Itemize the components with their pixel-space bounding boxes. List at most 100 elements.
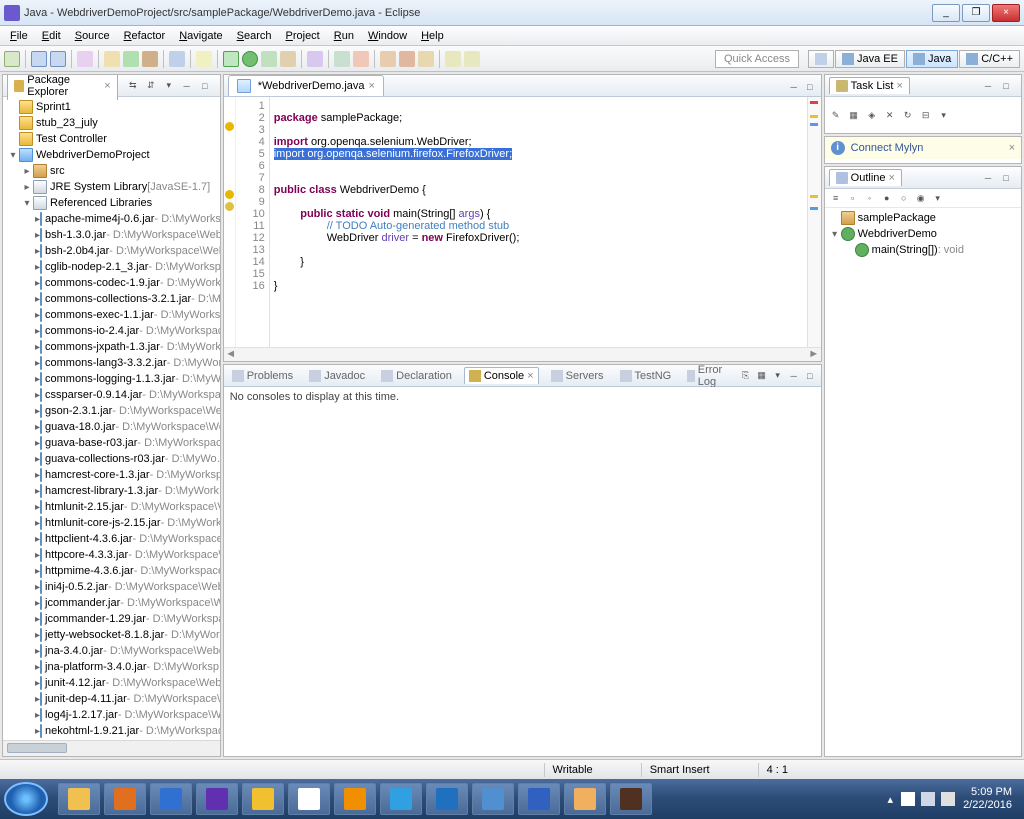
focus-icon[interactable]: ✕ — [883, 108, 897, 122]
tree-item[interactable]: ▸commons-io-2.4.jar - D:\MyWorkspace\… — [3, 323, 220, 339]
back-icon[interactable] — [445, 51, 461, 67]
code-editor[interactable]: package samplePackage; import org.openqa… — [270, 97, 807, 347]
start-button[interactable] — [4, 782, 48, 816]
tree-item[interactable]: ▸jetty-websocket-8.1.8.jar - D:\MyWork… — [3, 627, 220, 643]
git-icon[interactable] — [399, 51, 415, 67]
open-type-icon[interactable] — [169, 51, 185, 67]
categorize-icon[interactable]: ▦ — [847, 108, 861, 122]
taskbar-app-4[interactable] — [242, 783, 284, 815]
outline-item[interactable]: ▾WebdriverDemo — [825, 226, 1021, 242]
tree-item[interactable]: ▸guava-collections-r03.jar - D:\MyWo… — [3, 451, 220, 467]
tree-item[interactable]: ▸httpmime-4.3.6.jar - D:\MyWorkspace… — [3, 563, 220, 579]
new-task-icon[interactable]: ✎ — [829, 108, 843, 122]
perspective-java-ee[interactable]: Java EE — [835, 50, 905, 68]
console-tab-javadoc[interactable]: Javadoc — [305, 368, 369, 384]
tree-item[interactable]: ▸hamcrest-core-1.3.jar - D:\MyWorksp… — [3, 467, 220, 483]
taskbar-app-2[interactable] — [150, 783, 192, 815]
tree-item[interactable]: ▸nekohtml-1.9.21.jar - D:\MyWorkspace… — [3, 723, 220, 739]
minimize-view-icon[interactable]: ─ — [981, 79, 995, 93]
tray-arrow-icon[interactable]: ▴ — [888, 793, 894, 806]
new-class-icon[interactable] — [123, 51, 139, 67]
maximize-button[interactable]: ❐ — [962, 4, 990, 22]
taskbar-app-10[interactable] — [518, 783, 560, 815]
taskbar-app-5[interactable] — [288, 783, 330, 815]
save-icon[interactable] — [31, 51, 47, 67]
minimize-editor-icon[interactable]: ─ — [787, 80, 801, 94]
maven-icon[interactable] — [380, 51, 396, 67]
tree-item[interactable]: ▸JRE System Library[JavaSE-1.7] — [3, 179, 220, 195]
tree-item[interactable]: ▸cglib-nodep-2.1_3.jar - D:\MyWorkspace… — [3, 259, 220, 275]
close-icon[interactable]: × — [1009, 142, 1015, 154]
overview-ruler[interactable] — [807, 97, 821, 347]
tree-item[interactable]: ▸guava-base-r03.jar - D:\MyWorkspace… — [3, 435, 220, 451]
tree-item[interactable]: ▸htmlunit-2.15.jar - D:\MyWorkspace\V… — [3, 499, 220, 515]
tree-item[interactable]: ▸log4j-1.2.17.jar - D:\MyWorkspace\We… — [3, 707, 220, 723]
minimize-view-icon[interactable]: ─ — [180, 79, 194, 93]
maximize-console-icon[interactable]: □ — [803, 369, 817, 383]
mylyn-connect-panel[interactable]: i Connect Mylyn × — [824, 136, 1022, 164]
quickfix-marker-icon[interactable] — [225, 202, 234, 211]
taskbar-app-8[interactable] — [426, 783, 468, 815]
new-icon[interactable] — [4, 51, 20, 67]
update-icon[interactable] — [418, 51, 434, 67]
run-last-icon[interactable] — [261, 51, 277, 67]
menu-run[interactable]: Run — [328, 28, 360, 44]
open-console-icon[interactable]: ▾ — [771, 369, 785, 383]
taskbar-app-12[interactable] — [610, 783, 652, 815]
focus-task-icon[interactable]: ◉ — [914, 191, 928, 205]
tree-item[interactable]: ▸hamcrest-library-1.3.jar - D:\MyWork… — [3, 483, 220, 499]
minimize-console-icon[interactable]: ─ — [787, 369, 801, 383]
maximize-view-icon[interactable]: □ — [999, 171, 1013, 185]
tree-item[interactable]: ▸bsh-2.0b4.jar - D:\MyWorkspace\Web… — [3, 243, 220, 259]
tree-item[interactable]: ▸apache-mime4j-0.6.jar - D:\MyWorkspace… — [3, 211, 220, 227]
tree-item[interactable]: ▸junit-4.12.jar - D:\MyWorkspace\Web… — [3, 675, 220, 691]
tree-item[interactable]: Sprint1 — [3, 99, 220, 115]
h-scrollbar[interactable] — [3, 740, 220, 756]
tree-item[interactable]: ▸gson-2.3.1.jar - D:\MyWorkspace\Web… — [3, 403, 220, 419]
hide-static-icon[interactable]: ◦ — [863, 191, 877, 205]
close-button[interactable]: × — [992, 4, 1020, 22]
view-menu-icon[interactable]: ▾ — [162, 79, 176, 93]
tree-item[interactable]: ▸commons-exec-1.1.jar - D:\MyWorkspa… — [3, 307, 220, 323]
taskbar-app-9[interactable] — [472, 783, 514, 815]
console-tab-error-log[interactable]: Error Log — [683, 364, 730, 390]
tree-item[interactable]: ▸jna-platform-3.4.0.jar - D:\MyWorksp… — [3, 659, 220, 675]
outline-menu-icon[interactable]: ▾ — [931, 191, 945, 205]
new-server-icon[interactable] — [307, 51, 323, 67]
tree-item[interactable]: ▸jna-3.4.0.jar - D:\MyWorkspace\Webd… — [3, 643, 220, 659]
tree-item[interactable]: ▾WebdriverDemoProject — [3, 147, 220, 163]
forward-icon[interactable] — [464, 51, 480, 67]
package-explorer-tree[interactable]: Sprint1stub_23_julyTest Controller▾Webdr… — [3, 97, 220, 740]
menu-edit[interactable]: Edit — [36, 28, 67, 44]
menu-source[interactable]: Source — [69, 28, 116, 44]
close-icon[interactable]: × — [104, 80, 110, 92]
ant-icon[interactable] — [353, 51, 369, 67]
debug-icon[interactable] — [223, 51, 239, 67]
run-ext-icon[interactable] — [280, 51, 296, 67]
tree-item[interactable]: ▸ini4j-0.5.2.jar - D:\MyWorkspace\Web… — [3, 579, 220, 595]
tree-item[interactable]: ▸guava-18.0.jar - D:\MyWorkspace\We… — [3, 419, 220, 435]
menu-refactor[interactable]: Refactor — [118, 28, 172, 44]
console-tab-problems[interactable]: Problems — [228, 368, 297, 384]
task-list-tab[interactable]: Task List × — [829, 77, 910, 94]
maximize-editor-icon[interactable]: □ — [803, 80, 817, 94]
tree-item[interactable]: ▾Referenced Libraries — [3, 195, 220, 211]
minimize-button[interactable]: _ — [932, 4, 960, 22]
tree-item[interactable]: ▸jcommander-1.29.jar - D:\MyWorkspa… — [3, 611, 220, 627]
system-clock[interactable]: 5:09 PM 2/22/2016 — [963, 786, 1012, 812]
new-package-icon[interactable] — [142, 51, 158, 67]
maximize-view-icon[interactable]: □ — [198, 79, 212, 93]
hide-nonpublic-icon[interactable]: ● — [880, 191, 894, 205]
tree-item[interactable]: ▸htmlunit-core-js-2.15.jar - D:\MyWork… — [3, 515, 220, 531]
taskbar-app-7[interactable] — [380, 783, 422, 815]
close-icon[interactable]: × — [896, 80, 902, 92]
maximize-view-icon[interactable]: □ — [999, 79, 1013, 93]
tree-item[interactable]: ▸junit-dep-4.11.jar - D:\MyWorkspace\… — [3, 691, 220, 707]
menu-navigate[interactable]: Navigate — [173, 28, 228, 44]
link-editor-icon[interactable]: ⇵ — [144, 79, 158, 93]
outline-tab[interactable]: Outline × — [829, 169, 902, 186]
tree-item[interactable]: Test Controller — [3, 131, 220, 147]
schedule-icon[interactable]: ◈ — [865, 108, 879, 122]
menu-search[interactable]: Search — [231, 28, 278, 44]
tree-item[interactable]: ▸commons-logging-1.1.3.jar - D:\MyW… — [3, 371, 220, 387]
